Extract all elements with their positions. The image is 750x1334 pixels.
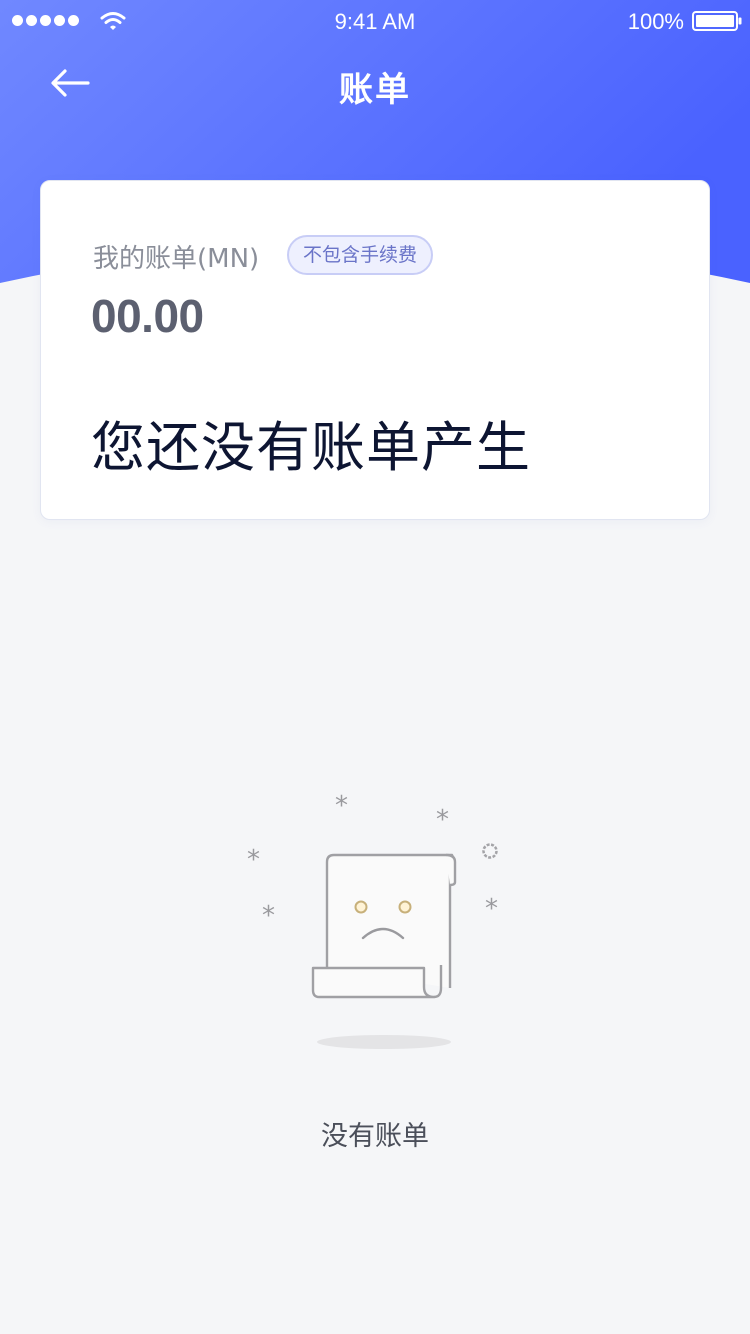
empty-state-text: 没有账单 [321,1121,429,1152]
svg-text:*: * [262,901,275,931]
status-bar: 9:41 AM 100% [0,0,750,44]
sad-scroll-icon: * * * * * [247,791,498,1049]
svg-text:*: * [436,805,449,835]
battery-percentage: 100% [627,9,684,34]
bill-summary-card: 我的账单(MN) 不包含手续费 00.00 您还没有账单产生 [40,180,710,520]
svg-text:*: * [335,791,348,821]
page-title: 账单 [339,70,411,110]
bill-label: 我的账单(MN) [93,244,260,274]
bill-amount: 00.00 [91,290,204,342]
svg-text:*: * [485,894,498,924]
bill-page: 9:41 AM 100% 账单 我的账单(MN) 不包含手续费 00.00 您还… [0,0,750,1334]
svg-text:*: * [247,845,260,875]
no-bill-message: 您还没有账单产生 [91,416,531,479]
battery-icon [692,11,742,31]
fee-badge: 不包含手续费 [287,235,434,275]
